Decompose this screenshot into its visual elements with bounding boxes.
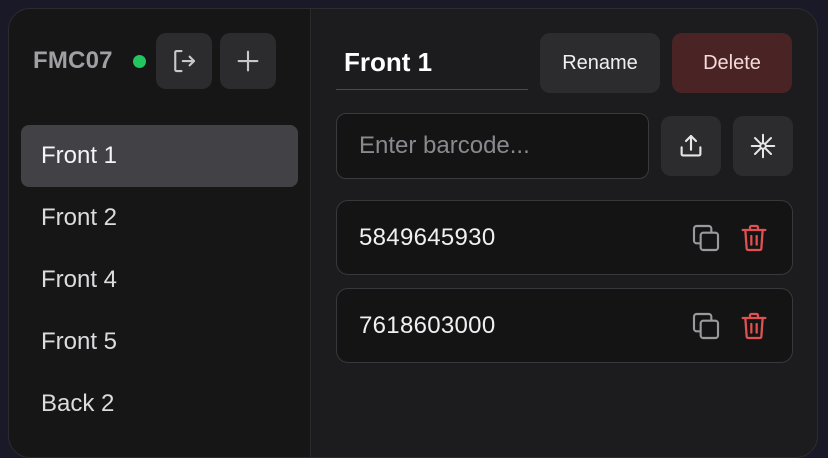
trash-icon[interactable] <box>738 222 770 254</box>
row-actions <box>690 222 770 254</box>
app-window: FMC07 Front 1 Front 2 Front 4 Front 5 Ba… <box>8 8 818 458</box>
sidebar-item-label: Front 2 <box>41 204 118 231</box>
upload-button[interactable] <box>661 116 721 176</box>
sidebar: FMC07 Front 1 Front 2 Front 4 Front 5 Ba… <box>9 9 311 457</box>
copy-icon[interactable] <box>690 222 722 254</box>
logout-icon <box>173 49 195 73</box>
title-input[interactable] <box>336 36 528 90</box>
rename-button[interactable]: Rename <box>540 33 660 93</box>
logout-button[interactable] <box>155 33 212 89</box>
sidebar-item-label: Front 1 <box>41 142 118 169</box>
list-item: 5849645930 <box>336 200 793 275</box>
sidebar-item-label: Front 5 <box>41 328 118 355</box>
scan-button[interactable] <box>733 116 793 176</box>
sidebar-list: Front 1 Front 2 Front 4 Front 5 Back 2 <box>21 125 298 435</box>
sidebar-item-front-1[interactable]: Front 1 <box>21 125 298 187</box>
plus-icon <box>237 50 259 72</box>
trash-icon[interactable] <box>738 310 770 342</box>
main-panel: Rename Delete 5849645930 <box>312 9 817 457</box>
delete-button[interactable]: Delete <box>672 33 792 93</box>
upload-icon <box>680 134 702 157</box>
barcode-value: 5849645930 <box>359 223 496 251</box>
barcode-input[interactable] <box>336 113 649 179</box>
copy-icon[interactable] <box>690 310 722 342</box>
sidebar-item-back-2[interactable]: Back 2 <box>21 373 298 435</box>
sidebar-item-front-4[interactable]: Front 4 <box>21 249 298 311</box>
barcode-row <box>336 113 793 179</box>
sidebar-item-front-5[interactable]: Front 5 <box>21 311 298 373</box>
sidebar-item-label: Front 4 <box>41 266 118 293</box>
list-item: 7618603000 <box>336 288 793 363</box>
sidebar-header: FMC07 <box>33 33 276 89</box>
asterisk-icon <box>750 133 776 159</box>
add-button[interactable] <box>219 33 276 89</box>
sidebar-item-front-2[interactable]: Front 2 <box>21 187 298 249</box>
status-indicator <box>132 54 146 68</box>
device-name: FMC07 <box>33 47 113 74</box>
title-row: Rename Delete <box>336 33 792 93</box>
barcode-list: 5849645930 7618603000 <box>336 200 793 376</box>
row-actions <box>690 310 770 342</box>
barcode-value: 7618603000 <box>359 311 496 339</box>
sidebar-item-label: Back 2 <box>41 390 115 417</box>
